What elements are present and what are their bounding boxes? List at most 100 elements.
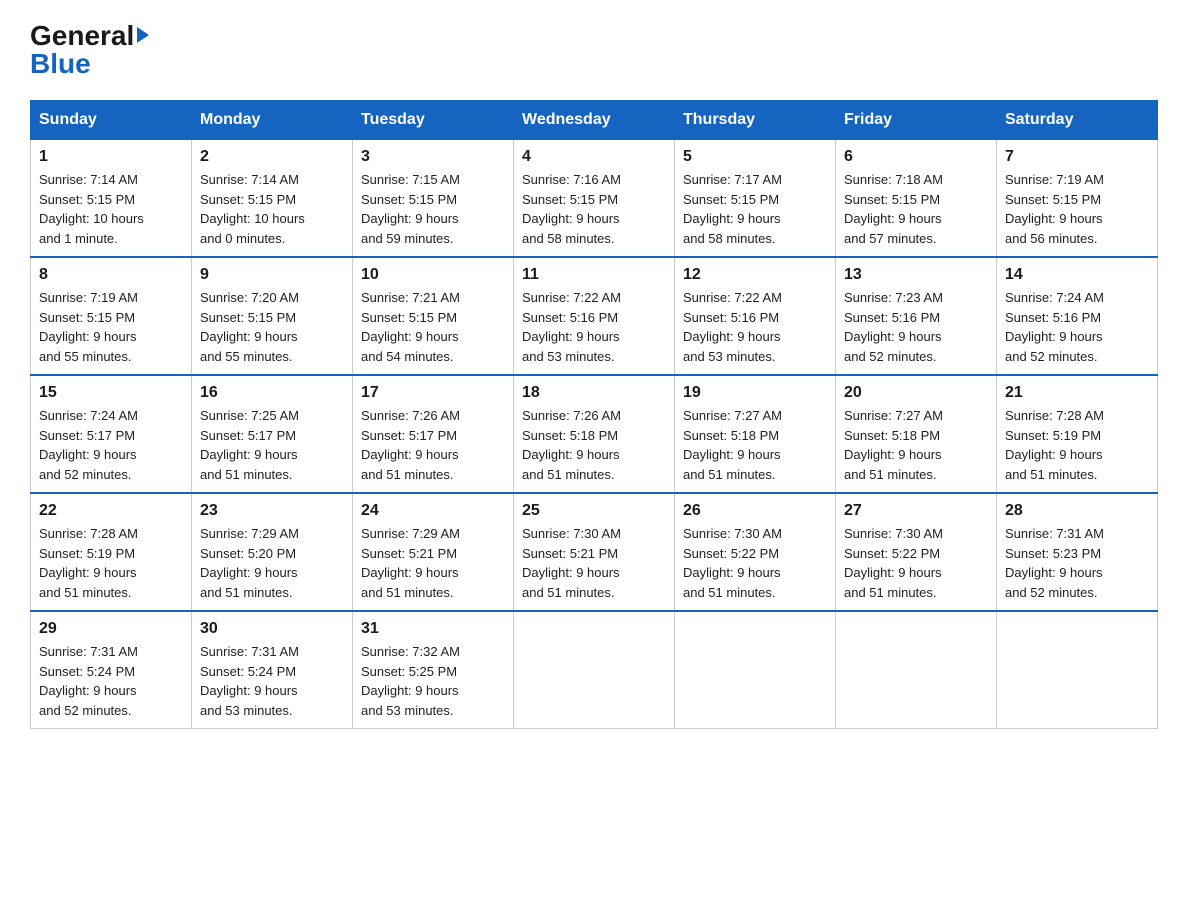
day-number: 26 bbox=[683, 502, 827, 520]
calendar-header-row: SundayMondayTuesdayWednesdayThursdayFrid… bbox=[31, 101, 1158, 140]
column-header-friday: Friday bbox=[836, 101, 997, 140]
calendar-cell: 14 Sunrise: 7:24 AMSunset: 5:16 PMDayligh… bbox=[997, 257, 1158, 375]
calendar-cell: 27 Sunrise: 7:30 AMSunset: 5:22 PMDayligh… bbox=[836, 493, 997, 611]
calendar-cell bbox=[514, 611, 675, 729]
column-header-monday: Monday bbox=[192, 101, 353, 140]
day-number: 30 bbox=[200, 620, 344, 638]
day-number: 13 bbox=[844, 266, 988, 284]
day-info: Sunrise: 7:23 AMSunset: 5:16 PMDaylight:… bbox=[844, 288, 988, 366]
column-header-saturday: Saturday bbox=[997, 101, 1158, 140]
column-header-sunday: Sunday bbox=[31, 101, 192, 140]
day-number: 15 bbox=[39, 384, 183, 402]
day-info: Sunrise: 7:19 AMSunset: 5:15 PMDaylight:… bbox=[39, 288, 183, 366]
calendar-cell: 4 Sunrise: 7:16 AMSunset: 5:15 PMDaylight… bbox=[514, 140, 675, 258]
calendar-cell: 29 Sunrise: 7:31 AMSunset: 5:24 PMDayligh… bbox=[31, 611, 192, 729]
calendar-cell: 8 Sunrise: 7:19 AMSunset: 5:15 PMDaylight… bbox=[31, 257, 192, 375]
day-number: 7 bbox=[1005, 148, 1149, 166]
day-info: Sunrise: 7:24 AMSunset: 5:17 PMDaylight:… bbox=[39, 406, 183, 484]
calendar-cell: 11 Sunrise: 7:22 AMSunset: 5:16 PMDayligh… bbox=[514, 257, 675, 375]
calendar-cell: 25Sunrise: 7:30 AMSunset: 5:21 PMDayligh… bbox=[514, 493, 675, 611]
calendar-cell bbox=[997, 611, 1158, 729]
calendar-cell: 31Sunrise: 7:32 AMSunset: 5:25 PMDayligh… bbox=[353, 611, 514, 729]
day-info: Sunrise: 7:14 AMSunset: 5:15 PMDaylight:… bbox=[200, 170, 344, 248]
calendar-cell bbox=[836, 611, 997, 729]
day-info: Sunrise: 7:14 AMSunset: 5:15 PMDaylight:… bbox=[39, 170, 183, 248]
calendar-week-row: 29 Sunrise: 7:31 AMSunset: 5:24 PMDayligh… bbox=[31, 611, 1158, 729]
calendar-cell: 10 Sunrise: 7:21 AMSunset: 5:15 PMDayligh… bbox=[353, 257, 514, 375]
calendar-cell: 6Sunrise: 7:18 AMSunset: 5:15 PMDaylight… bbox=[836, 140, 997, 258]
calendar-table: SundayMondayTuesdayWednesdayThursdayFrid… bbox=[30, 100, 1158, 729]
day-number: 18 bbox=[522, 384, 666, 402]
day-number: 22 bbox=[39, 502, 183, 520]
calendar-week-row: 8 Sunrise: 7:19 AMSunset: 5:15 PMDaylight… bbox=[31, 257, 1158, 375]
logo-blue: Blue bbox=[30, 48, 91, 80]
logo: General Blue bbox=[30, 20, 149, 80]
day-info: Sunrise: 7:26 AMSunset: 5:18 PMDaylight:… bbox=[522, 406, 666, 484]
day-info: Sunrise: 7:21 AMSunset: 5:15 PMDaylight:… bbox=[361, 288, 505, 366]
day-info: Sunrise: 7:17 AMSunset: 5:15 PMDaylight:… bbox=[683, 170, 827, 248]
calendar-cell: 17 Sunrise: 7:26 AMSunset: 5:17 PMDayligh… bbox=[353, 375, 514, 493]
day-number: 4 bbox=[522, 148, 666, 166]
page-header: General Blue bbox=[30, 20, 1158, 80]
day-info: Sunrise: 7:22 AMSunset: 5:16 PMDaylight:… bbox=[522, 288, 666, 366]
calendar-cell: 5 Sunrise: 7:17 AMSunset: 5:15 PMDaylight… bbox=[675, 140, 836, 258]
calendar-cell: 15 Sunrise: 7:24 AMSunset: 5:17 PMDayligh… bbox=[31, 375, 192, 493]
calendar-cell: 1 Sunrise: 7:14 AMSunset: 5:15 PMDaylight… bbox=[31, 140, 192, 258]
day-info: Sunrise: 7:18 AMSunset: 5:15 PMDaylight:… bbox=[844, 170, 988, 248]
day-number: 19 bbox=[683, 384, 827, 402]
day-info: Sunrise: 7:30 AMSunset: 5:22 PMDaylight:… bbox=[844, 524, 988, 602]
calendar-cell: 12 Sunrise: 7:22 AMSunset: 5:16 PMDayligh… bbox=[675, 257, 836, 375]
day-number: 25 bbox=[522, 502, 666, 520]
calendar-cell: 16 Sunrise: 7:25 AMSunset: 5:17 PMDayligh… bbox=[192, 375, 353, 493]
day-number: 14 bbox=[1005, 266, 1149, 284]
day-info: Sunrise: 7:30 AMSunset: 5:22 PMDaylight:… bbox=[683, 524, 827, 602]
day-info: Sunrise: 7:16 AMSunset: 5:15 PMDaylight:… bbox=[522, 170, 666, 248]
calendar-cell: 30 Sunrise: 7:31 AMSunset: 5:24 PMDayligh… bbox=[192, 611, 353, 729]
day-number: 21 bbox=[1005, 384, 1149, 402]
calendar-week-row: 1 Sunrise: 7:14 AMSunset: 5:15 PMDaylight… bbox=[31, 140, 1158, 258]
day-info: Sunrise: 7:29 AMSunset: 5:21 PMDaylight:… bbox=[361, 524, 505, 602]
day-info: Sunrise: 7:19 AMSunset: 5:15 PMDaylight:… bbox=[1005, 170, 1149, 248]
day-number: 5 bbox=[683, 148, 827, 166]
calendar-cell: 7 Sunrise: 7:19 AMSunset: 5:15 PMDaylight… bbox=[997, 140, 1158, 258]
calendar-cell: 23 Sunrise: 7:29 AMSunset: 5:20 PMDayligh… bbox=[192, 493, 353, 611]
day-info: Sunrise: 7:28 AMSunset: 5:19 PMDaylight:… bbox=[1005, 406, 1149, 484]
day-info: Sunrise: 7:27 AMSunset: 5:18 PMDaylight:… bbox=[683, 406, 827, 484]
day-number: 10 bbox=[361, 266, 505, 284]
calendar-cell: 3 Sunrise: 7:15 AMSunset: 5:15 PMDaylight… bbox=[353, 140, 514, 258]
day-info: Sunrise: 7:15 AMSunset: 5:15 PMDaylight:… bbox=[361, 170, 505, 248]
day-number: 16 bbox=[200, 384, 344, 402]
day-info: Sunrise: 7:26 AMSunset: 5:17 PMDaylight:… bbox=[361, 406, 505, 484]
day-number: 8 bbox=[39, 266, 183, 284]
day-number: 11 bbox=[522, 266, 666, 284]
calendar-cell: 19 Sunrise: 7:27 AMSunset: 5:18 PMDayligh… bbox=[675, 375, 836, 493]
day-number: 31 bbox=[361, 620, 505, 638]
day-number: 28 bbox=[1005, 502, 1149, 520]
day-number: 3 bbox=[361, 148, 505, 166]
column-header-wednesday: Wednesday bbox=[514, 101, 675, 140]
day-number: 1 bbox=[39, 148, 183, 166]
day-number: 29 bbox=[39, 620, 183, 638]
day-number: 17 bbox=[361, 384, 505, 402]
day-info: Sunrise: 7:31 AMSunset: 5:24 PMDaylight:… bbox=[200, 642, 344, 720]
day-number: 23 bbox=[200, 502, 344, 520]
day-info: Sunrise: 7:27 AMSunset: 5:18 PMDaylight:… bbox=[844, 406, 988, 484]
day-info: Sunrise: 7:22 AMSunset: 5:16 PMDaylight:… bbox=[683, 288, 827, 366]
calendar-cell: 26 Sunrise: 7:30 AMSunset: 5:22 PMDayligh… bbox=[675, 493, 836, 611]
calendar-cell: 9 Sunrise: 7:20 AMSunset: 5:15 PMDaylight… bbox=[192, 257, 353, 375]
day-info: Sunrise: 7:24 AMSunset: 5:16 PMDaylight:… bbox=[1005, 288, 1149, 366]
calendar-cell: 2 Sunrise: 7:14 AMSunset: 5:15 PMDaylight… bbox=[192, 140, 353, 258]
day-info: Sunrise: 7:28 AMSunset: 5:19 PMDaylight:… bbox=[39, 524, 183, 602]
day-info: Sunrise: 7:29 AMSunset: 5:20 PMDaylight:… bbox=[200, 524, 344, 602]
calendar-cell: 22 Sunrise: 7:28 AMSunset: 5:19 PMDayligh… bbox=[31, 493, 192, 611]
day-number: 27 bbox=[844, 502, 988, 520]
day-number: 2 bbox=[200, 148, 344, 166]
calendar-week-row: 22 Sunrise: 7:28 AMSunset: 5:19 PMDayligh… bbox=[31, 493, 1158, 611]
day-number: 12 bbox=[683, 266, 827, 284]
day-info: Sunrise: 7:25 AMSunset: 5:17 PMDaylight:… bbox=[200, 406, 344, 484]
day-number: 9 bbox=[200, 266, 344, 284]
day-number: 20 bbox=[844, 384, 988, 402]
day-info: Sunrise: 7:31 AMSunset: 5:24 PMDaylight:… bbox=[39, 642, 183, 720]
day-info: Sunrise: 7:20 AMSunset: 5:15 PMDaylight:… bbox=[200, 288, 344, 366]
calendar-week-row: 15 Sunrise: 7:24 AMSunset: 5:17 PMDayligh… bbox=[31, 375, 1158, 493]
